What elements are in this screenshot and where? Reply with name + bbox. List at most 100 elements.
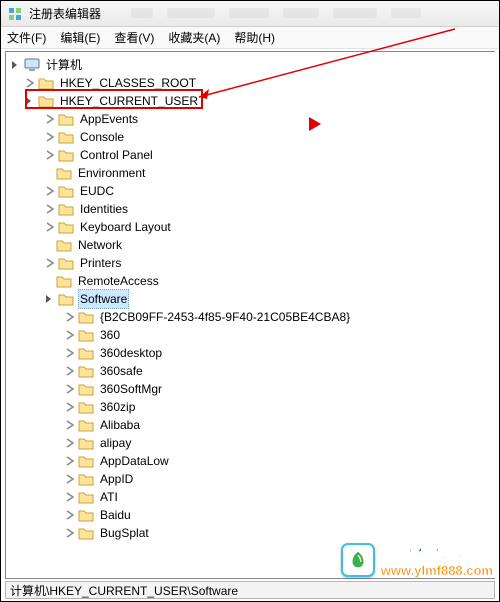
tree-label: Control Panel (78, 146, 155, 164)
folder-icon (58, 130, 74, 144)
tree-item-eudc[interactable]: EUDC (10, 182, 495, 200)
folder-icon (78, 472, 94, 486)
tree-item-bugsplat[interactable]: BugSplat (10, 524, 495, 542)
window-title: 注册表编辑器 (29, 5, 101, 22)
expander-collapse-icon[interactable] (24, 95, 36, 107)
tree-item-appevents[interactable]: AppEvents (10, 110, 495, 128)
folder-icon (78, 346, 94, 360)
tree-item-360safe[interactable]: 360safe (10, 362, 495, 380)
tree-label: RemoteAccess (76, 272, 161, 290)
tree-pane: 计算机 HKEY_CLASSES_ROOT HKEY_CURRENT_USER … (5, 51, 495, 579)
menu-favorites[interactable]: 收藏夹(A) (168, 29, 220, 46)
folder-icon (38, 94, 54, 108)
expander-expand-icon[interactable] (44, 203, 56, 215)
folder-icon (58, 148, 74, 162)
expander-collapse-icon[interactable] (10, 59, 22, 71)
expander-expand-icon[interactable] (24, 77, 36, 89)
tree-item-printers[interactable]: Printers (10, 254, 495, 272)
folder-icon (78, 436, 94, 450)
tree-label: AppID (98, 470, 135, 488)
tree-label: AppDataLow (98, 452, 171, 470)
tree-label: 360safe (98, 362, 145, 380)
expander-expand-icon[interactable] (64, 311, 76, 323)
tree-item-network[interactable]: Network (10, 236, 495, 254)
tree-item-360softmgr[interactable]: 360SoftMgr (10, 380, 495, 398)
tree-item-hkcu[interactable]: HKEY_CURRENT_USER (10, 92, 495, 110)
expander-expand-icon[interactable] (64, 509, 76, 521)
expander-expand-icon[interactable] (44, 113, 56, 125)
menu-file[interactable]: 文件(F) (7, 29, 46, 46)
expander-expand-icon[interactable] (64, 437, 76, 449)
tree-label: Console (78, 128, 126, 146)
expander-expand-icon[interactable] (44, 131, 56, 143)
expander-expand-icon[interactable] (64, 329, 76, 341)
folder-icon (78, 400, 94, 414)
expander-expand-icon[interactable] (64, 455, 76, 467)
tree-item-baidu[interactable]: Baidu (10, 506, 495, 524)
tree-item-environment[interactable]: Environment (10, 164, 495, 182)
folder-icon (78, 382, 94, 396)
expander-expand-icon[interactable] (44, 149, 56, 161)
expander-expand-icon[interactable] (64, 419, 76, 431)
expander-expand-icon[interactable] (44, 185, 56, 197)
menu-edit[interactable]: 编辑(E) (60, 29, 100, 46)
folder-icon (78, 454, 94, 468)
folder-icon (56, 238, 72, 252)
tree-label: AppEvents (78, 110, 140, 128)
menubar: 文件(F) 编辑(E) 查看(V) 收藏夹(A) 帮助(H) (1, 27, 499, 49)
folder-icon (78, 418, 94, 432)
expander-expand-icon[interactable] (64, 491, 76, 503)
tree-item-identities[interactable]: Identities (10, 200, 495, 218)
tree-item-software[interactable]: Software (10, 290, 495, 308)
folder-icon (56, 274, 72, 288)
expander-expand-icon[interactable] (64, 401, 76, 413)
tree-item-console[interactable]: Console (10, 128, 495, 146)
tree-item-alipay[interactable]: alipay (10, 434, 495, 452)
tree-item-appdatalow[interactable]: AppDataLow (10, 452, 495, 470)
expander-expand-icon[interactable] (44, 257, 56, 269)
statusbar: 计算机\HKEY_CURRENT_USER\Software (5, 581, 495, 599)
expander-expand-icon[interactable] (64, 473, 76, 485)
tree-item-ati[interactable]: ATI (10, 488, 495, 506)
tree-item-remoteaccess[interactable]: RemoteAccess (10, 272, 495, 290)
tree-label: Alibaba (98, 416, 142, 434)
folder-icon (56, 166, 72, 180)
expander-expand-icon[interactable] (64, 383, 76, 395)
folder-icon (58, 220, 74, 234)
menu-help[interactable]: 帮助(H) (234, 29, 275, 46)
tree-root-computer[interactable]: 计算机 (10, 56, 495, 74)
folder-icon (58, 112, 74, 126)
menu-view[interactable]: 查看(V) (114, 29, 154, 46)
tree-label: BugSplat (98, 524, 151, 542)
expander-expand-icon[interactable] (64, 527, 76, 539)
tree-item-360[interactable]: 360 (10, 326, 495, 344)
tree-item-appid[interactable]: AppID (10, 470, 495, 488)
folder-icon (78, 310, 94, 324)
tree-item-controlpanel[interactable]: Control Panel (10, 146, 495, 164)
tree-item-360zip[interactable]: 360zip (10, 398, 495, 416)
tree-item-alibaba[interactable]: Alibaba (10, 416, 495, 434)
folder-icon (78, 526, 94, 540)
expander-expand-icon[interactable] (44, 221, 56, 233)
tree-label: Identities (78, 200, 130, 218)
expander-expand-icon[interactable] (64, 365, 76, 377)
tree-label: 360desktop (98, 344, 164, 362)
folder-icon (78, 364, 94, 378)
expander-expand-icon[interactable] (64, 347, 76, 359)
tree-label: HKEY_CURRENT_USER (58, 92, 200, 110)
tree-item-360desktop[interactable]: 360desktop (10, 344, 495, 362)
tree-item-guid[interactable]: {B2CB09FF-2453-4f85-9F40-21C05BE4CBA8} (10, 308, 495, 326)
folder-icon (78, 508, 94, 522)
tree-item-hkcr[interactable]: HKEY_CLASSES_ROOT (10, 74, 495, 92)
tree-label: Environment (76, 164, 147, 182)
tree-label: Network (76, 236, 124, 254)
tree-item-keyboard[interactable]: Keyboard Layout (10, 218, 495, 236)
folder-icon (78, 328, 94, 342)
app-icon (7, 6, 23, 22)
folder-icon (58, 292, 74, 306)
expander-collapse-icon[interactable] (44, 293, 56, 305)
registry-tree: 计算机 HKEY_CLASSES_ROOT HKEY_CURRENT_USER … (6, 52, 495, 546)
statusbar-path: 计算机\HKEY_CURRENT_USER\Software (10, 582, 238, 599)
tree-label: ATI (98, 488, 120, 506)
tree-label: alipay (98, 434, 133, 452)
